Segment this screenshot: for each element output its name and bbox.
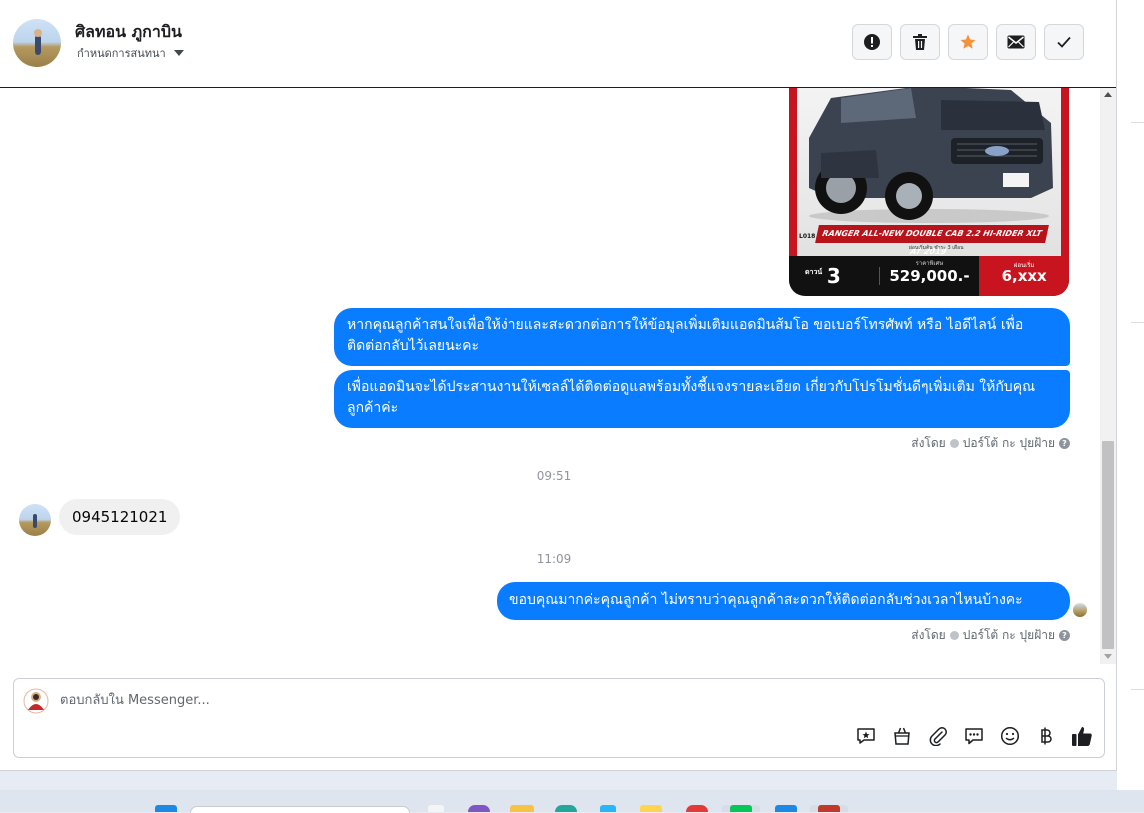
sent-by-name[interactable]: ปอร์โต้ กะ ปุยฝ้าย	[963, 434, 1055, 453]
car-installment: ผ่อนเริ่ม 6,xxx	[979, 256, 1069, 296]
page-avatar	[22, 687, 50, 715]
emoji-button[interactable]	[999, 725, 1021, 747]
incoming-message[interactable]: 0945121021	[59, 499, 181, 535]
car-fine-print: ผ่อนเริ่มต้น ชำระ 3 เดือน	[909, 245, 964, 251]
outgoing-message[interactable]: ขอบคุณมากค่ะคุณลูกค้า ไม่ทราบว่าคุณลูกค้…	[497, 582, 1070, 620]
sent-by-info: ส่งโดย ปอร์โต้ กะ ปุยฝ้าย ?	[911, 626, 1070, 645]
contact-avatar[interactable]	[13, 19, 61, 67]
envelope-icon	[1007, 35, 1025, 49]
chat-bubble-button[interactable]	[963, 725, 985, 747]
car-model-banner: RANGER ALL-NEW DOUBLE CAB 2.2 HI-RIDER X…	[815, 225, 1049, 256]
line-icon[interactable]	[730, 805, 752, 812]
scroll-up-arrow-icon[interactable]	[1104, 92, 1112, 97]
app-icon[interactable]	[468, 805, 490, 812]
conversation-header: ศิลทอน ภูกาบิน กำหนดการสนทนา	[0, 0, 1116, 88]
sent-by-label: ส่งโดย	[911, 628, 946, 642]
edge-icon[interactable]	[555, 805, 577, 812]
trash-icon	[913, 34, 927, 50]
done-button[interactable]	[1044, 24, 1084, 60]
installment-caption: ผ่อนเริ่ม	[1013, 262, 1035, 269]
verified-icon	[949, 439, 959, 448]
verified-icon	[949, 631, 959, 640]
like-button[interactable]	[1071, 725, 1093, 747]
emoji-icon	[1000, 726, 1020, 746]
thumbs-up-icon	[1072, 727, 1092, 746]
message-thread[interactable]: RANGER ALL-NEW DOUBLE CAB 2.2 HI-RIDER X…	[0, 88, 1100, 666]
paperclip-icon	[929, 727, 947, 746]
pickup-truck-image	[809, 88, 1053, 223]
os-taskbar	[0, 790, 1144, 813]
chat-bubble-icon	[965, 728, 983, 745]
inbox-panel: ศิลทอน ภูกาบิน กำหนดการสนทนา RANGER ALL-…	[0, 0, 1117, 771]
saved-replies-button[interactable]	[855, 725, 877, 747]
store-icon[interactable]	[600, 805, 616, 812]
thread-scrollbar[interactable]	[1100, 88, 1116, 664]
taskview-icon[interactable]	[428, 805, 444, 812]
outgoing-message[interactable]: หากคุณลูกค้าสนใจเพื่อให้ง่ายและสะดวกต่อก…	[334, 308, 1070, 366]
outgoing-message[interactable]: เพื่อแอดมินจะได้ประสานงานให้เซลล์ได้ติดต…	[334, 370, 1070, 428]
timestamp: 11:09	[536, 552, 572, 566]
windows-start-icon[interactable]	[155, 805, 177, 812]
right-panel-edge	[1117, 0, 1144, 790]
contact-name[interactable]: ศิลทอน ภูกาบิน	[75, 20, 182, 45]
sent-by-name[interactable]: ปอร์โต้ กะ ปุยฝ้าย	[963, 626, 1055, 645]
payment-button[interactable]	[1035, 725, 1057, 747]
reply-input[interactable]	[60, 689, 960, 711]
car-stock-code: L018	[799, 233, 816, 240]
delete-button[interactable]	[900, 24, 940, 60]
help-icon[interactable]: ?	[1059, 438, 1070, 449]
car-ad-image-message[interactable]: RANGER ALL-NEW DOUBLE CAB 2.2 HI-RIDER X…	[789, 88, 1069, 296]
scroll-down-arrow-icon[interactable]	[1104, 654, 1112, 659]
assign-conversation-dropdown[interactable]: กำหนดการสนทนา	[77, 44, 184, 62]
help-icon[interactable]: ?	[1059, 630, 1070, 641]
contact-avatar-small[interactable]	[19, 504, 51, 536]
app-icon[interactable]	[775, 805, 797, 812]
chrome-icon[interactable]	[686, 805, 708, 812]
app-icon[interactable]	[640, 805, 662, 812]
timestamp: 09:51	[536, 469, 572, 483]
app-icon[interactable]	[818, 805, 840, 812]
price-value: 529,000.-	[889, 267, 970, 285]
saved-reply-icon	[857, 728, 875, 744]
down-value: 3	[826, 264, 841, 288]
baht-icon	[1041, 727, 1052, 745]
caret-down-icon	[173, 50, 184, 56]
down-payment: ดาวน์ 3	[789, 264, 879, 288]
star-button[interactable]	[948, 24, 988, 60]
star-icon	[960, 34, 976, 49]
reply-composer	[13, 678, 1105, 758]
file-explorer-icon[interactable]	[510, 805, 534, 812]
checkmark-icon	[1057, 36, 1071, 48]
sent-by-label: ส่งโดย	[911, 436, 946, 450]
down-label: ดาวน์	[805, 268, 823, 276]
shopping-bag-icon	[894, 727, 910, 745]
car-price: ราคาพิเศษ 529,000.-	[878, 260, 980, 285]
shop-button[interactable]	[891, 725, 913, 747]
car-price-footer: ดาวน์ 3 ราคาพิเศษ 529,000.- ผ่อนเริ่ม 6,…	[789, 256, 1069, 296]
assign-label: กำหนดการสนทนา	[77, 47, 166, 60]
price-caption: ราคาพิเศษ	[915, 260, 944, 267]
sent-by-info: ส่งโดย ปอร์โต้ กะ ปุยฝ้าย ?	[911, 434, 1070, 453]
mark-unread-button[interactable]	[996, 24, 1036, 60]
attach-button[interactable]	[927, 725, 949, 747]
scroll-thumb[interactable]	[1102, 441, 1114, 649]
alert-icon	[864, 34, 880, 50]
mark-spam-button[interactable]	[852, 24, 892, 60]
read-receipt-avatar	[1073, 603, 1087, 617]
